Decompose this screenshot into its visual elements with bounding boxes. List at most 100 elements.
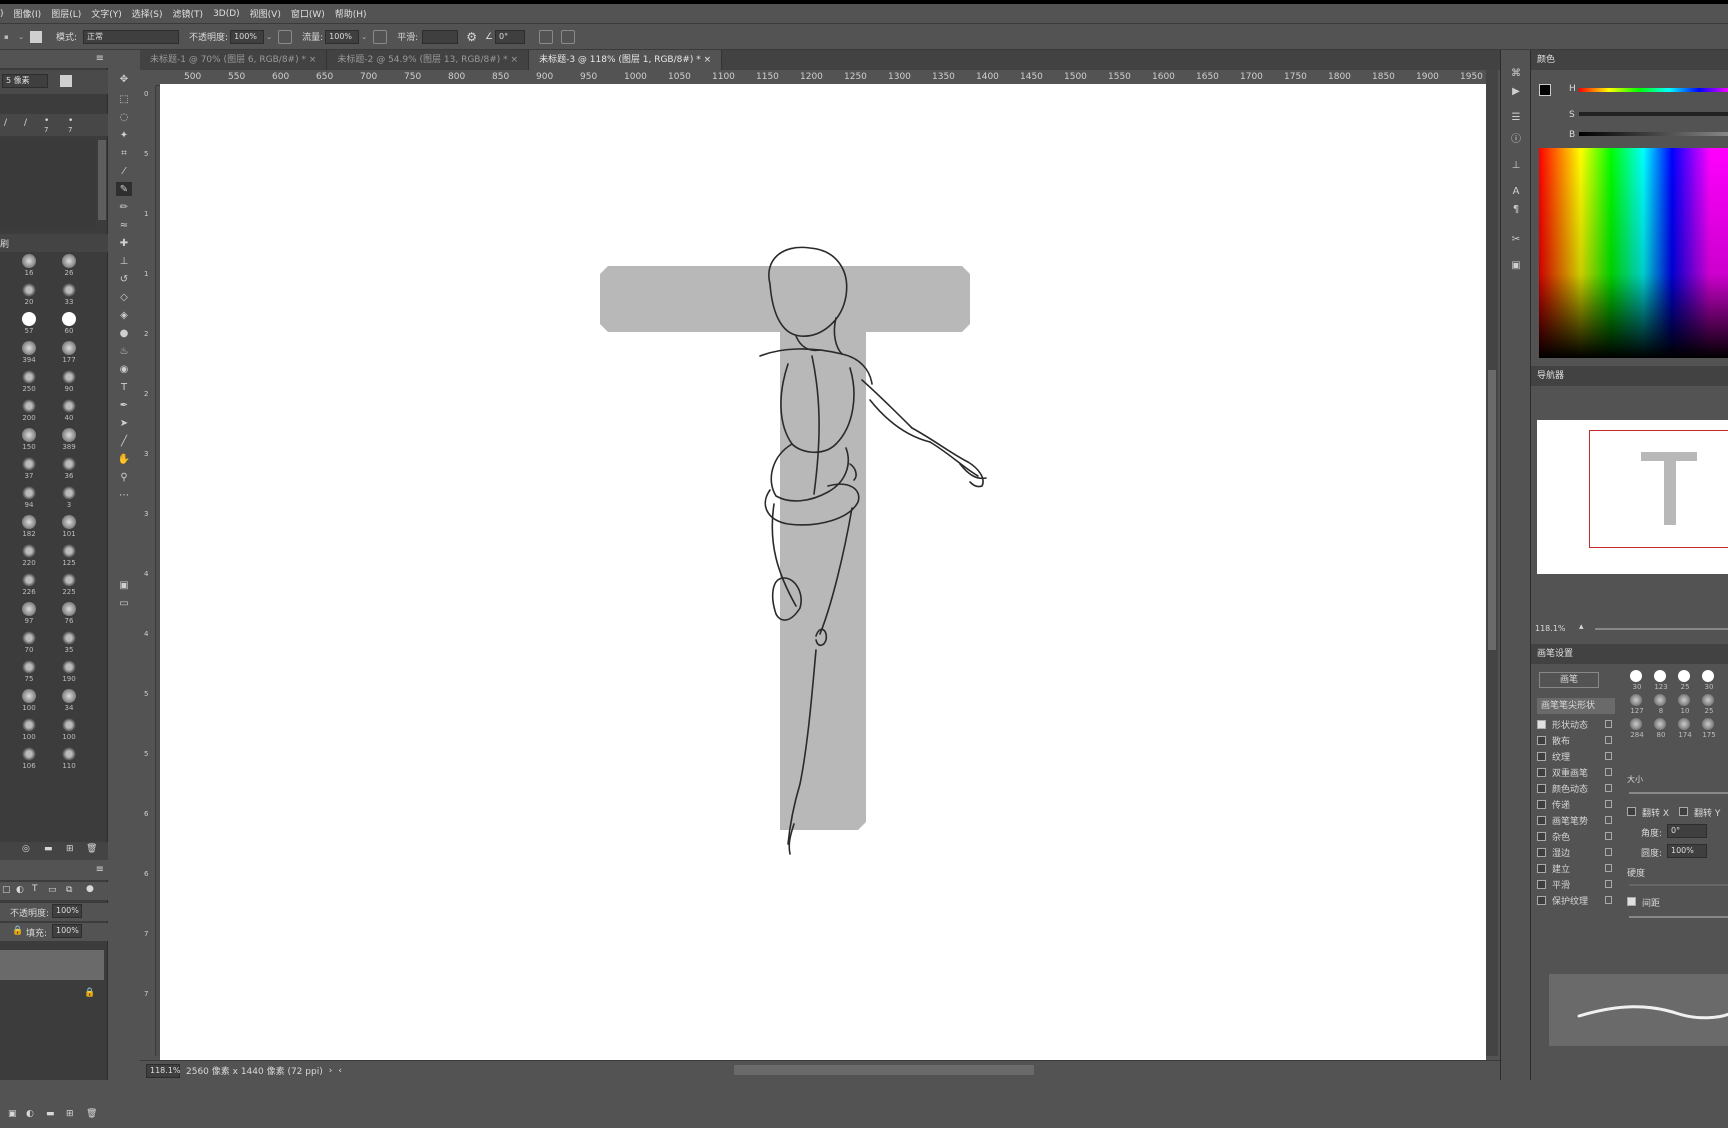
nav-zoom-slider[interactable] bbox=[1595, 628, 1728, 630]
tab-doc-3[interactable]: 未标题-3 @ 118% (图层 1, RGB/8#) * × bbox=[529, 50, 723, 70]
brush-preset[interactable]: 190 bbox=[52, 658, 86, 686]
brush-mini-preset[interactable]: 284 bbox=[1625, 718, 1649, 742]
brush-preset[interactable]: 250 bbox=[12, 368, 46, 396]
brush-preset[interactable]: 20 bbox=[12, 281, 46, 309]
brush-preset[interactable]: 37 bbox=[12, 455, 46, 483]
brush-preset[interactable]: 75 bbox=[12, 658, 46, 686]
hand-tool-icon[interactable]: ✋ bbox=[116, 452, 132, 466]
brush-preset[interactable]: 94 bbox=[12, 484, 46, 512]
lock-icon[interactable] bbox=[1605, 800, 1612, 808]
delete-layer-icon[interactable]: 🗑 bbox=[86, 1109, 97, 1119]
pressure-opacity-icon[interactable] bbox=[278, 29, 293, 44]
lock-icon[interactable] bbox=[1605, 768, 1612, 776]
brush-preset[interactable]: 26 bbox=[52, 252, 86, 280]
brush-preset[interactable]: 60 bbox=[52, 310, 86, 338]
brush-option-row[interactable]: 颜色动态 bbox=[1537, 780, 1612, 796]
filter-adjust-icon[interactable]: ◐ bbox=[16, 885, 24, 895]
brush-preset[interactable]: 177 bbox=[52, 339, 86, 367]
brush-preset[interactable]: 100 bbox=[12, 687, 46, 715]
layer-lock-icon[interactable]: 🔒 bbox=[12, 926, 23, 936]
lock-icon[interactable] bbox=[1605, 896, 1612, 904]
scroll-thumb[interactable] bbox=[1488, 370, 1496, 650]
brush-option-checkbox[interactable] bbox=[1537, 751, 1546, 761]
flip-y-box[interactable] bbox=[1679, 807, 1688, 816]
close-icon[interactable]: × bbox=[309, 55, 317, 65]
navigator-panel-tab[interactable]: 导航器 bbox=[1531, 366, 1728, 386]
actions-play-icon[interactable]: ▶ bbox=[1508, 84, 1524, 98]
brush-option-checkbox[interactable] bbox=[1537, 799, 1546, 809]
brush-option-checkbox[interactable] bbox=[1537, 863, 1546, 873]
brush-option-checkbox[interactable] bbox=[1537, 767, 1546, 777]
brush-option-row[interactable]: 散布 bbox=[1537, 732, 1612, 748]
brush-preset[interactable]: 57 bbox=[12, 310, 46, 338]
recent-brush-2[interactable]: ∕ bbox=[24, 118, 27, 128]
flip-x-box[interactable] bbox=[1627, 807, 1636, 816]
healing-brush-tool-icon[interactable]: ✚ bbox=[116, 236, 132, 250]
brush-option-checkbox[interactable] bbox=[1537, 879, 1546, 889]
zoom-out-icon[interactable]: ▴ bbox=[1579, 622, 1584, 632]
brush-mini-preset[interactable]: 80 bbox=[1649, 718, 1673, 742]
brush-option-row[interactable]: 保护纹理 bbox=[1537, 892, 1612, 908]
line-tool-icon[interactable]: ╱ bbox=[116, 434, 132, 448]
menu-item-window[interactable]: 窗口(W) bbox=[286, 7, 330, 20]
marquee-tool-icon[interactable]: ⬚ bbox=[116, 92, 132, 106]
info-icon[interactable]: ⓘ bbox=[1508, 130, 1524, 145]
brush-preset[interactable]: 101 bbox=[52, 513, 86, 541]
menu-item-type[interactable]: 文字(Y) bbox=[86, 7, 127, 20]
brush-preset[interactable]: 76 bbox=[52, 600, 86, 628]
spacing-box[interactable] bbox=[1627, 897, 1636, 906]
more-tools-icon[interactable]: ⋯ bbox=[116, 488, 132, 502]
mode-select[interactable]: 正常 bbox=[83, 29, 180, 44]
brush-size-input[interactable]: 5 像素 bbox=[2, 74, 48, 88]
brush-preset[interactable]: 34 bbox=[52, 687, 86, 715]
brush-preset[interactable]: 33 bbox=[52, 281, 86, 309]
chevron-left-icon[interactable]: ‹ bbox=[338, 1066, 342, 1076]
brush-preset[interactable]: 100 bbox=[12, 716, 46, 744]
brush-preset[interactable]: 150 bbox=[12, 426, 46, 454]
quick-mask-icon[interactable]: ▣ bbox=[116, 578, 132, 592]
type-tool-icon[interactable]: T bbox=[116, 380, 132, 394]
brush-preset[interactable]: 220 bbox=[12, 542, 46, 570]
symmetry-butterfly-icon[interactable] bbox=[561, 29, 576, 44]
sponge-tool-icon[interactable]: ◉ bbox=[116, 362, 132, 376]
tab-doc-2[interactable]: 未标题-2 @ 54.9% (图层 13, RGB/8#) * × bbox=[327, 50, 530, 70]
tab-doc-1[interactable]: 未标题-1 @ 70% (图层 6, RGB/8#) * × bbox=[140, 50, 328, 70]
brush-settings-panel-tab[interactable]: 画笔设置 bbox=[1531, 644, 1728, 664]
brush-preset[interactable]: 40 bbox=[52, 397, 86, 425]
hue-slider[interactable] bbox=[1579, 88, 1728, 92]
brush-visibility-icon[interactable]: ◎ bbox=[22, 844, 30, 854]
brush-preset[interactable]: 394 bbox=[12, 339, 46, 367]
brush-folder-icon[interactable]: ▬ bbox=[44, 844, 53, 854]
flow-input[interactable]: 100% bbox=[325, 29, 360, 44]
recent-brush-3[interactable]: • bbox=[44, 116, 49, 126]
brush-preset[interactable]: 182 bbox=[12, 513, 46, 541]
brush-option-checkbox[interactable] bbox=[1537, 815, 1546, 825]
brush-option-checkbox[interactable] bbox=[1537, 783, 1546, 793]
menu-item-filter[interactable]: 滤镜(T) bbox=[168, 7, 209, 20]
lock-icon[interactable] bbox=[1605, 816, 1612, 824]
filter-shape-icon[interactable]: ▭ bbox=[48, 885, 57, 895]
new-layer-icon[interactable]: ⊞ bbox=[66, 1109, 74, 1119]
new-group-icon[interactable]: ▬ bbox=[46, 1109, 55, 1119]
brush-preset[interactable]: 97 bbox=[12, 600, 46, 628]
brush-option-row[interactable]: 双重画笔 bbox=[1537, 764, 1612, 780]
brush-preset[interactable]: 225 bbox=[52, 571, 86, 599]
lock-icon[interactable] bbox=[1605, 848, 1612, 856]
smooth-settings-gear-icon[interactable]: ⚙ bbox=[466, 30, 477, 44]
lock-icon[interactable] bbox=[1605, 880, 1612, 888]
brush-tool-icon[interactable]: ✎ bbox=[116, 182, 132, 196]
eyedropper-tool-icon[interactable]: ⁄ bbox=[116, 164, 132, 178]
brush-new-icon[interactable] bbox=[60, 75, 72, 87]
brush-mini-preset[interactable]: 175 bbox=[1697, 718, 1721, 742]
close-icon[interactable]: × bbox=[511, 55, 519, 65]
menu-item-partial[interactable]: ) bbox=[0, 9, 9, 19]
brush-preset[interactable]: 100 bbox=[52, 716, 86, 744]
brush-option-checkbox[interactable] bbox=[1537, 831, 1546, 841]
menu-item-view[interactable]: 视图(V) bbox=[245, 7, 286, 20]
filter-type-icon[interactable]: T bbox=[32, 884, 38, 894]
brush-new-preset-icon[interactable]: ⊞ bbox=[66, 844, 74, 854]
angle-input[interactable]: 0° bbox=[495, 29, 526, 44]
brush-preset[interactable]: 226 bbox=[12, 571, 46, 599]
menu-item-image[interactable]: 图像(I) bbox=[9, 7, 47, 20]
paint-bucket-tool-icon[interactable]: ◈ bbox=[116, 308, 132, 322]
